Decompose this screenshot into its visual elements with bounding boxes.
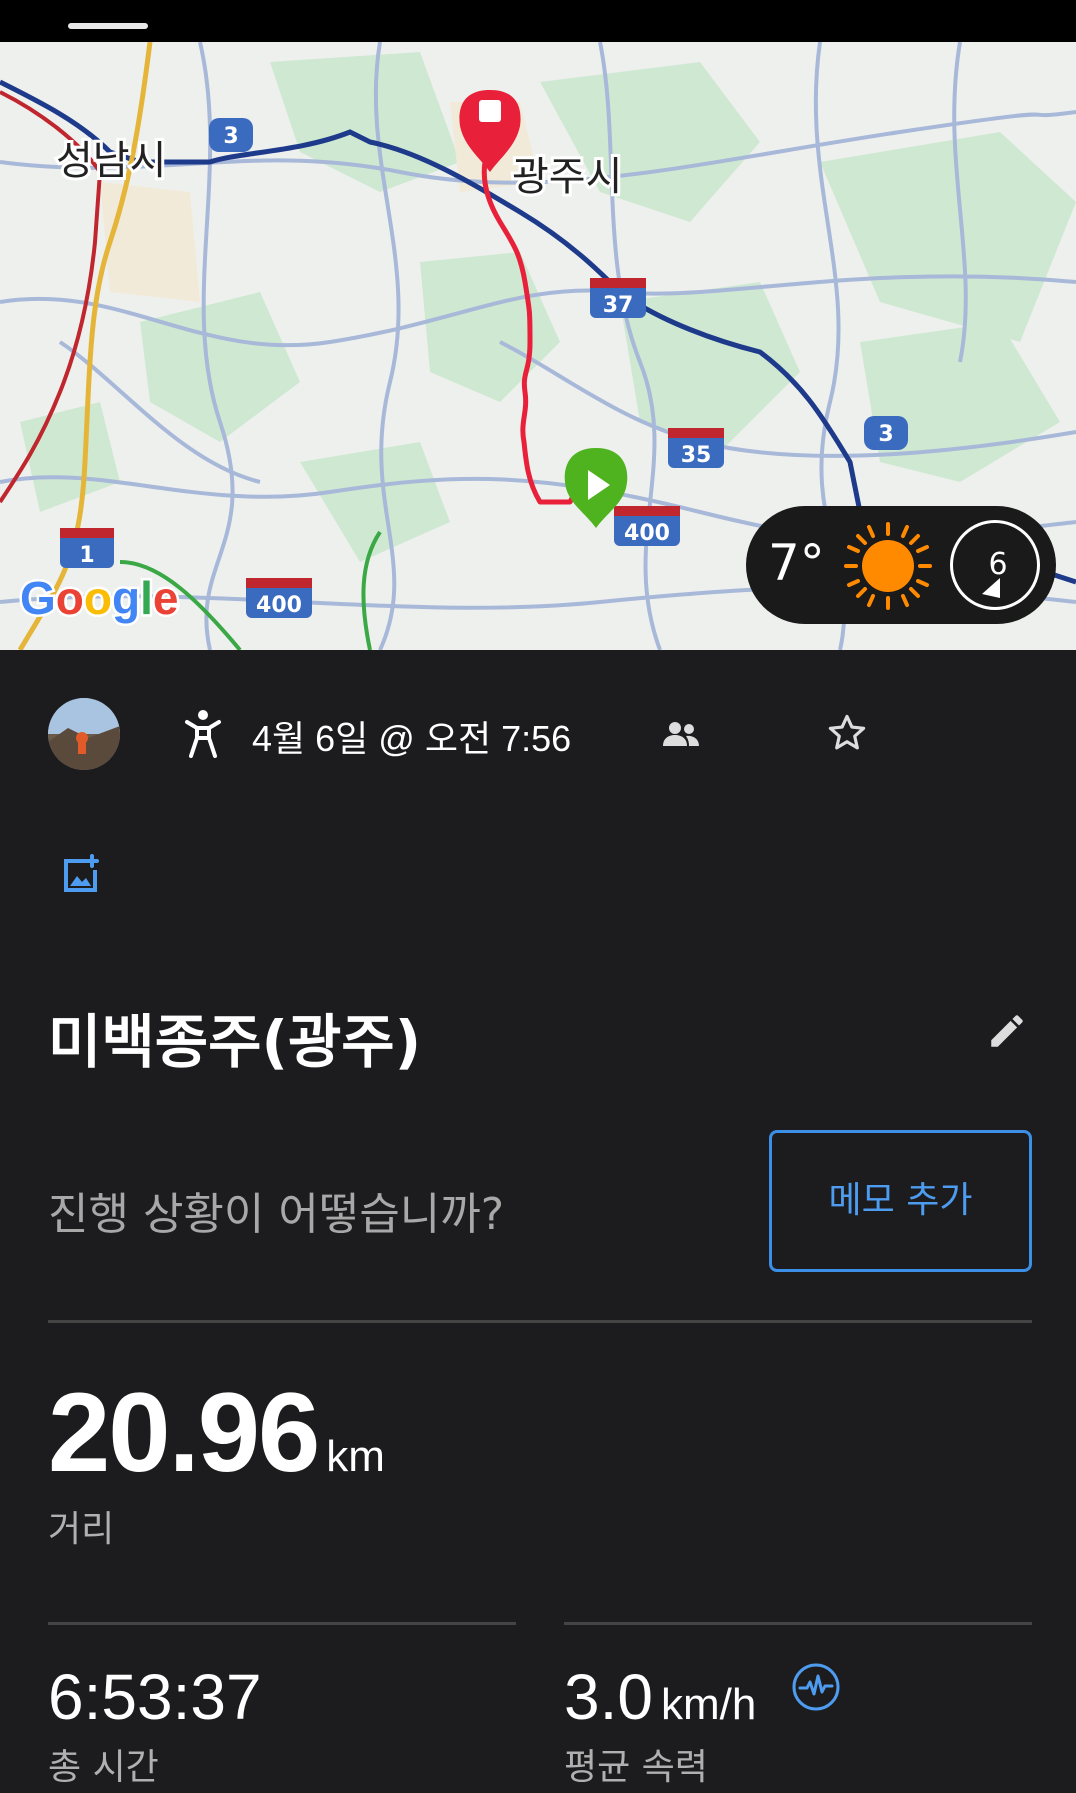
temperature: 7°	[768, 534, 825, 592]
divider	[564, 1622, 1032, 1625]
weather-widget: 7° 6	[746, 506, 1056, 624]
distance-label: 거리	[48, 1509, 115, 1550]
add-memo-label: 메모 추가	[828, 1180, 973, 1221]
total-time-label: 총 시간	[48, 1747, 159, 1788]
gesture-pill	[68, 23, 148, 29]
city-label-gwangju: 광주시	[512, 154, 622, 200]
svg-text:400: 400	[624, 521, 670, 546]
activity-date: 4월 6일 @ 오전 7:56	[252, 718, 572, 759]
total-time-stat: 6:53:37	[48, 1660, 262, 1734]
add-photo-icon[interactable]	[62, 852, 106, 896]
wind-dial-icon: 6	[950, 520, 1040, 610]
hiking-icon	[185, 710, 221, 758]
distance-value: 20.96	[48, 1370, 320, 1495]
star-icon[interactable]	[826, 712, 868, 754]
avg-speed-label: 평균 속력	[564, 1747, 708, 1788]
svg-text:Google: Google	[20, 572, 178, 624]
distance-unit: km	[326, 1432, 385, 1481]
activity-header: 4월 6일 @ 오전 7:56	[0, 690, 1076, 780]
wind-direction-arrow-icon	[982, 578, 1000, 598]
city-label-seongnam: 성남시	[56, 138, 166, 184]
avg-speed-value: 3.0	[564, 1661, 653, 1733]
distance-stat: 20.96 km	[48, 1368, 385, 1497]
add-memo-button[interactable]: 메모 추가	[769, 1130, 1032, 1272]
pulse-chart-icon[interactable]	[791, 1662, 841, 1712]
total-time-value: 6:53:37	[48, 1661, 262, 1733]
people-icon[interactable]	[662, 720, 700, 748]
sun-icon	[844, 522, 932, 610]
avatar[interactable]	[48, 698, 120, 770]
svg-text:37: 37	[603, 293, 634, 318]
svg-text:1: 1	[79, 543, 94, 568]
progress-prompt: 진행 상황이 어떻습니까?	[48, 1189, 505, 1240]
status-bar	[0, 0, 1076, 42]
svg-text:400: 400	[256, 593, 302, 618]
divider	[48, 1622, 516, 1625]
svg-text:3: 3	[223, 124, 238, 149]
avg-speed-stat: 3.0 km/h	[564, 1660, 756, 1734]
svg-text:3: 3	[878, 422, 893, 447]
google-logo: Google	[18, 570, 181, 627]
edit-pencil-icon[interactable]	[986, 1010, 1028, 1052]
avg-speed-unit: km/h	[660, 1680, 757, 1729]
svg-text:35: 35	[681, 443, 712, 468]
divider	[48, 1320, 1032, 1323]
activity-title: 미백종주(광주)	[48, 1008, 422, 1076]
